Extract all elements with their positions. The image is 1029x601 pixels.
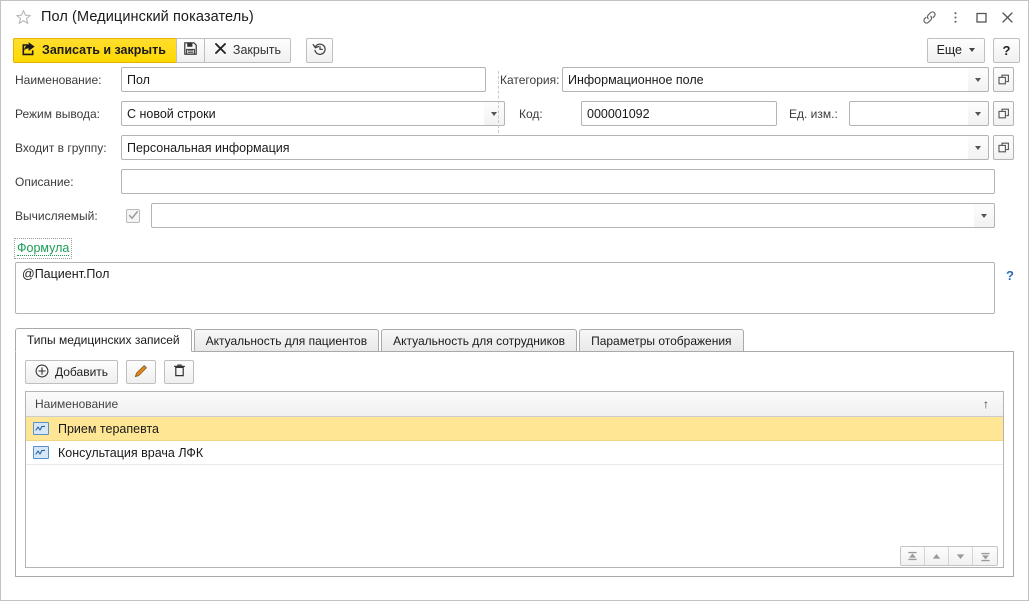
category-open-button[interactable] xyxy=(993,67,1014,92)
calculated-label: Вычисляемый: xyxy=(15,208,98,223)
grid-footer xyxy=(26,545,1003,567)
save-and-close-icon xyxy=(21,41,36,59)
move-down-button[interactable] xyxy=(949,547,973,565)
chevron-down-icon xyxy=(969,48,975,52)
move-to-bottom-button[interactable] xyxy=(973,547,997,565)
group-label: Входит в группу: xyxy=(15,140,107,155)
records-grid: Наименование ↑ Прием терапевта Консульта… xyxy=(25,391,1004,568)
code-label: Код: xyxy=(519,106,543,121)
column-header-name[interactable]: Наименование xyxy=(35,397,118,411)
add-button[interactable]: Добавить xyxy=(25,360,119,384)
vertical-ellipsis-icon[interactable] xyxy=(942,4,968,30)
table-cell-name: Прием терапевта xyxy=(58,421,160,436)
help-button[interactable]: ? xyxy=(993,37,1020,63)
save-and-close-button[interactable]: Записать и закрыть xyxy=(13,37,176,63)
form-row-output-mode: Режим вывода: С новой строки Код: 000001… xyxy=(15,101,1014,126)
add-button-label: Добавить xyxy=(55,365,109,379)
group-dropdown-button[interactable] xyxy=(968,135,989,160)
bottom-padding xyxy=(15,577,1014,591)
pencil-icon xyxy=(133,363,149,382)
output-mode-dropdown-button[interactable] xyxy=(484,101,505,126)
unit-label: Ед. изм.: xyxy=(789,106,838,121)
calculated-dropdown-button[interactable] xyxy=(974,203,995,228)
tab-display-parameters[interactable]: Параметры отображения xyxy=(579,329,744,351)
form-row-description: Описание: xyxy=(15,169,1014,194)
form-row-calculated: Вычисляемый: xyxy=(15,203,1014,228)
more-menu-button[interactable]: Еще xyxy=(926,37,985,63)
calculated-value-group xyxy=(151,203,995,228)
trash-icon xyxy=(172,363,187,381)
save-button[interactable] xyxy=(175,37,205,63)
table-row[interactable]: Прием терапевта xyxy=(26,417,1003,441)
document-window: Пол (Медицинский показатель) Записать и … xyxy=(0,0,1029,601)
floppy-disk-icon xyxy=(183,41,198,59)
category-input[interactable]: Информационное поле xyxy=(562,67,968,92)
tab-medical-record-types[interactable]: Типы медицинских записей xyxy=(15,328,192,352)
close-icon[interactable] xyxy=(994,4,1020,30)
medical-record-type-icon xyxy=(33,446,49,459)
edit-button[interactable] xyxy=(126,360,157,384)
calculated-checkbox-wrap xyxy=(121,208,145,223)
row-navigation-buttons xyxy=(900,546,998,566)
maximize-icon[interactable] xyxy=(968,4,994,30)
code-input[interactable]: 000001092 xyxy=(581,101,777,126)
move-to-top-button[interactable] xyxy=(901,547,925,565)
name-input[interactable]: Пол xyxy=(121,67,486,92)
unit-dropdown-button[interactable] xyxy=(968,101,989,126)
tab-relevance-patients[interactable]: Актуальность для пациентов xyxy=(193,329,380,351)
tab-relevance-employees[interactable]: Актуальность для сотрудников xyxy=(381,329,578,351)
table-cell-name: Консультация врача ЛФК xyxy=(58,445,204,460)
window-title: Пол (Медицинский показатель) xyxy=(41,9,254,25)
formula-section: @Пациент.Пол ? xyxy=(15,262,1014,314)
tab-panel: Добавить Наименование ↑ Прием терапевта … xyxy=(15,352,1014,577)
form-row-group: Входит в группу: Персональная информация xyxy=(15,135,1014,160)
move-up-button[interactable] xyxy=(925,547,949,565)
save-and-close-label: Записать и закрыть xyxy=(42,43,166,57)
unit-input[interactable] xyxy=(849,101,968,126)
title-bar: Пол (Медицинский показатель) xyxy=(1,1,1028,33)
command-bar: Записать и закрыть Закрыть Еще ? xyxy=(1,33,1028,67)
calculated-checkbox[interactable] xyxy=(126,208,140,223)
unit-open-button[interactable] xyxy=(993,101,1014,126)
grid-toolbar: Добавить xyxy=(25,360,1004,384)
unit-field-group xyxy=(849,101,1014,126)
sort-ascending-icon[interactable]: ↑ xyxy=(983,397,989,411)
close-button-label: Закрыть xyxy=(232,43,282,57)
grid-body: Прием терапевта Консультация врача ЛФК xyxy=(26,417,1003,545)
description-label: Описание: xyxy=(15,174,74,189)
vertical-divider xyxy=(498,71,499,133)
description-input[interactable] xyxy=(121,169,995,194)
tab-bar: Типы медицинских записей Актуальность дл… xyxy=(15,328,1014,352)
history-button[interactable] xyxy=(306,37,334,63)
category-dropdown-button[interactable] xyxy=(968,67,989,92)
name-label: Наименование: xyxy=(15,72,102,87)
group-input[interactable]: Персональная информация xyxy=(121,135,968,160)
formula-help-icon[interactable]: ? xyxy=(1006,268,1014,283)
form-area: Наименование: Пол Категория: Информацион… xyxy=(1,67,1028,600)
plus-circle-icon xyxy=(35,364,49,381)
formula-link[interactable]: Формула xyxy=(13,238,73,259)
medical-record-type-icon xyxy=(33,422,49,435)
delete-button[interactable] xyxy=(164,360,195,384)
table-row[interactable]: Консультация врача ЛФК xyxy=(26,441,1003,465)
output-mode-field-group: С новой строки xyxy=(121,101,505,126)
group-field-group: Персональная информация xyxy=(121,135,1014,160)
calculated-value-input[interactable] xyxy=(151,203,974,228)
history-clock-icon xyxy=(312,41,328,60)
category-field-group: Информационное поле xyxy=(562,67,1014,92)
output-mode-input[interactable]: С новой строки xyxy=(121,101,484,126)
formula-textarea[interactable]: @Пациент.Пол xyxy=(15,262,995,314)
form-row-name: Наименование: Пол Категория: Информацион… xyxy=(15,67,1014,92)
link-icon[interactable] xyxy=(916,4,942,30)
grid-header: Наименование ↑ xyxy=(26,392,1003,417)
close-x-icon xyxy=(214,42,227,58)
favorite-star-icon[interactable] xyxy=(15,9,32,26)
group-open-button[interactable] xyxy=(993,135,1014,160)
close-button[interactable]: Закрыть xyxy=(204,37,292,63)
output-mode-label: Режим вывода: xyxy=(15,106,100,121)
more-menu-label: Еще xyxy=(936,43,962,57)
tabs-section: Типы медицинских записей Актуальность дл… xyxy=(15,328,1014,577)
